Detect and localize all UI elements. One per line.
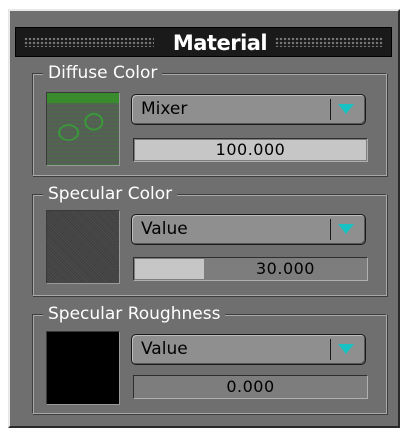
triangle-down-icon[interactable] (330, 339, 359, 360)
specular-color-value-field[interactable]: 30.000 (133, 257, 368, 281)
triangle-down-icon[interactable] (330, 219, 359, 240)
specular-roughness-label: Specular Roughness (43, 303, 226, 325)
drag-grip-left[interactable] (24, 37, 154, 47)
specular-color-swatch[interactable] (46, 210, 120, 284)
specular-color-dropdown-value: Value (141, 219, 188, 239)
diffuse-color-dropdown-value: Mixer (141, 99, 188, 119)
specular-color-value: 30.000 (256, 259, 315, 278)
specular-color-label: Specular Color (43, 183, 178, 205)
triangle-down-icon[interactable] (330, 99, 359, 120)
value-fill (135, 259, 204, 279)
diffuse-color-label: Diffuse Color (43, 62, 163, 84)
panel-title: Material (172, 31, 268, 55)
diffuse-color-swatch[interactable] (46, 92, 120, 166)
specular-roughness-dropdown-value: Value (141, 339, 188, 359)
diffuse-color-value: 100.000 (215, 140, 286, 159)
diffuse-color-value-field[interactable]: 100.000 (133, 138, 368, 162)
specular-color-dropdown[interactable]: Value (131, 214, 366, 245)
panel-titlebar[interactable]: Material (15, 27, 392, 57)
specular-roughness-value-field[interactable]: 0.000 (133, 375, 368, 399)
specular-roughness-dropdown[interactable]: Value (131, 334, 366, 365)
specular-roughness-swatch[interactable] (46, 331, 120, 405)
diffuse-color-dropdown[interactable]: Mixer (131, 94, 366, 125)
specular-roughness-value: 0.000 (226, 377, 275, 396)
drag-grip-right[interactable] (275, 37, 383, 47)
